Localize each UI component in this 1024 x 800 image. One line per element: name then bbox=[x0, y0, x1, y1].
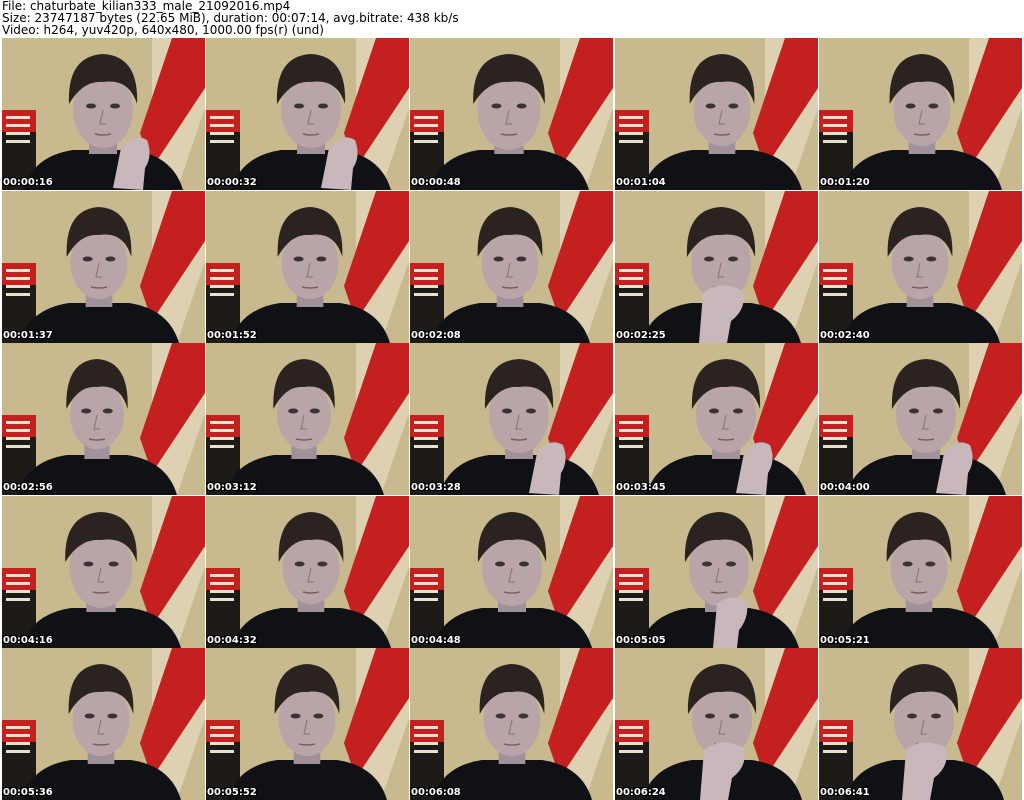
thumbnail-timestamp: 00:02:56 bbox=[3, 482, 53, 493]
thumbnail-frame bbox=[2, 38, 205, 190]
thumbnail-frame bbox=[615, 191, 818, 343]
video-thumbnail: 00:01:04 bbox=[615, 38, 818, 190]
thumbnail-timestamp: 00:06:41 bbox=[820, 787, 870, 798]
thumbnail-timestamp: 00:04:16 bbox=[3, 635, 53, 646]
thumbnail-timestamp: 00:01:37 bbox=[3, 330, 53, 341]
thumbnail-frame bbox=[819, 648, 1022, 800]
video-thumbnail: 00:04:16 bbox=[2, 496, 205, 648]
thumbnail-frame bbox=[2, 343, 205, 495]
thumbnail-timestamp: 00:00:32 bbox=[207, 177, 257, 188]
thumbnail-timestamp: 00:06:08 bbox=[411, 787, 461, 798]
thumbnail-timestamp: 00:03:28 bbox=[411, 482, 461, 493]
thumbnail-timestamp: 00:01:20 bbox=[820, 177, 870, 188]
thumbnail-frame bbox=[615, 38, 818, 190]
video-thumbnail: 00:01:37 bbox=[2, 191, 205, 343]
video-thumbnail: 00:03:45 bbox=[615, 343, 818, 495]
thumbnail-timestamp: 00:01:52 bbox=[207, 330, 257, 341]
thumbnail-frame bbox=[206, 343, 409, 495]
thumbnail-timestamp: 00:05:05 bbox=[616, 635, 666, 646]
thumbnail-timestamp: 00:02:25 bbox=[616, 330, 666, 341]
thumbnail-timestamp: 00:05:36 bbox=[3, 787, 53, 798]
video-thumbnail: 00:04:00 bbox=[819, 343, 1022, 495]
thumbnail-frame bbox=[206, 648, 409, 800]
thumbnail-frame bbox=[615, 343, 818, 495]
thumbnail-frame bbox=[410, 38, 613, 190]
video-thumbnail: 00:01:20 bbox=[819, 38, 1022, 190]
video-thumbnail: 00:05:52 bbox=[206, 648, 409, 800]
thumbnail-timestamp: 00:01:04 bbox=[616, 177, 666, 188]
thumbnail-timestamp: 00:05:21 bbox=[820, 635, 870, 646]
video-thumbnail: 00:03:28 bbox=[410, 343, 613, 495]
thumbnail-frame bbox=[2, 496, 205, 648]
thumbnail-timestamp: 00:00:48 bbox=[411, 177, 461, 188]
video-thumbnail: 00:00:48 bbox=[410, 38, 613, 190]
thumbnail-timestamp: 00:02:08 bbox=[411, 330, 461, 341]
video-thumbnail: 00:02:40 bbox=[819, 191, 1022, 343]
thumbnail-timestamp: 00:02:40 bbox=[820, 330, 870, 341]
video-thumbnail: 00:04:48 bbox=[410, 496, 613, 648]
thumbnail-frame bbox=[410, 496, 613, 648]
thumbnail-timestamp: 00:03:12 bbox=[207, 482, 257, 493]
thumbnail-frame bbox=[2, 191, 205, 343]
thumbnail-frame bbox=[2, 648, 205, 800]
video-thumbnail: 00:00:16 bbox=[2, 38, 205, 190]
thumbnail-frame bbox=[615, 648, 818, 800]
thumbnail-frame bbox=[819, 496, 1022, 648]
thumbnail-frame bbox=[206, 38, 409, 190]
video-thumbnail: 00:05:21 bbox=[819, 496, 1022, 648]
video-thumbnail: 00:02:25 bbox=[615, 191, 818, 343]
thumbnail-frame bbox=[206, 191, 409, 343]
thumbnail-frame bbox=[410, 191, 613, 343]
thumbnail-frame bbox=[206, 496, 409, 648]
thumbnail-frame bbox=[410, 648, 613, 800]
thumbnail-timestamp: 00:00:16 bbox=[3, 177, 53, 188]
video-thumbnail: 00:00:32 bbox=[206, 38, 409, 190]
thumbnail-frame bbox=[410, 343, 613, 495]
thumbnail-timestamp: 00:05:52 bbox=[207, 787, 257, 798]
video-thumbnail: 00:06:08 bbox=[410, 648, 613, 800]
video-thumbnail: 00:06:41 bbox=[819, 648, 1022, 800]
video-thumbnail: 00:05:36 bbox=[2, 648, 205, 800]
video-thumbnail: 00:02:56 bbox=[2, 343, 205, 495]
video-thumbnail: 00:03:12 bbox=[206, 343, 409, 495]
thumbnail-frame bbox=[615, 496, 818, 648]
thumbnail-frame bbox=[819, 38, 1022, 190]
video-thumbnail: 00:02:08 bbox=[410, 191, 613, 343]
thumbnail-timestamp: 00:04:32 bbox=[207, 635, 257, 646]
thumbnail-timestamp: 00:04:00 bbox=[820, 482, 870, 493]
video-thumbnail: 00:01:52 bbox=[206, 191, 409, 343]
video-thumbnail: 00:06:24 bbox=[615, 648, 818, 800]
thumbnail-timestamp: 00:04:48 bbox=[411, 635, 461, 646]
thumbnail-timestamp: 00:06:24 bbox=[616, 787, 666, 798]
thumbnail-timestamp: 00:03:45 bbox=[616, 482, 666, 493]
file-info-header: File: chaturbate_kilian333_male_21092016… bbox=[2, 0, 1022, 38]
video-thumbnail: 00:05:05 bbox=[615, 496, 818, 648]
thumbnail-frame bbox=[819, 191, 1022, 343]
video-info-line: Video: h264, yuv420p, 640x480, 1000.00 f… bbox=[2, 23, 324, 37]
video-thumbnail: 00:04:32 bbox=[206, 496, 409, 648]
thumbnail-frame bbox=[819, 343, 1022, 495]
